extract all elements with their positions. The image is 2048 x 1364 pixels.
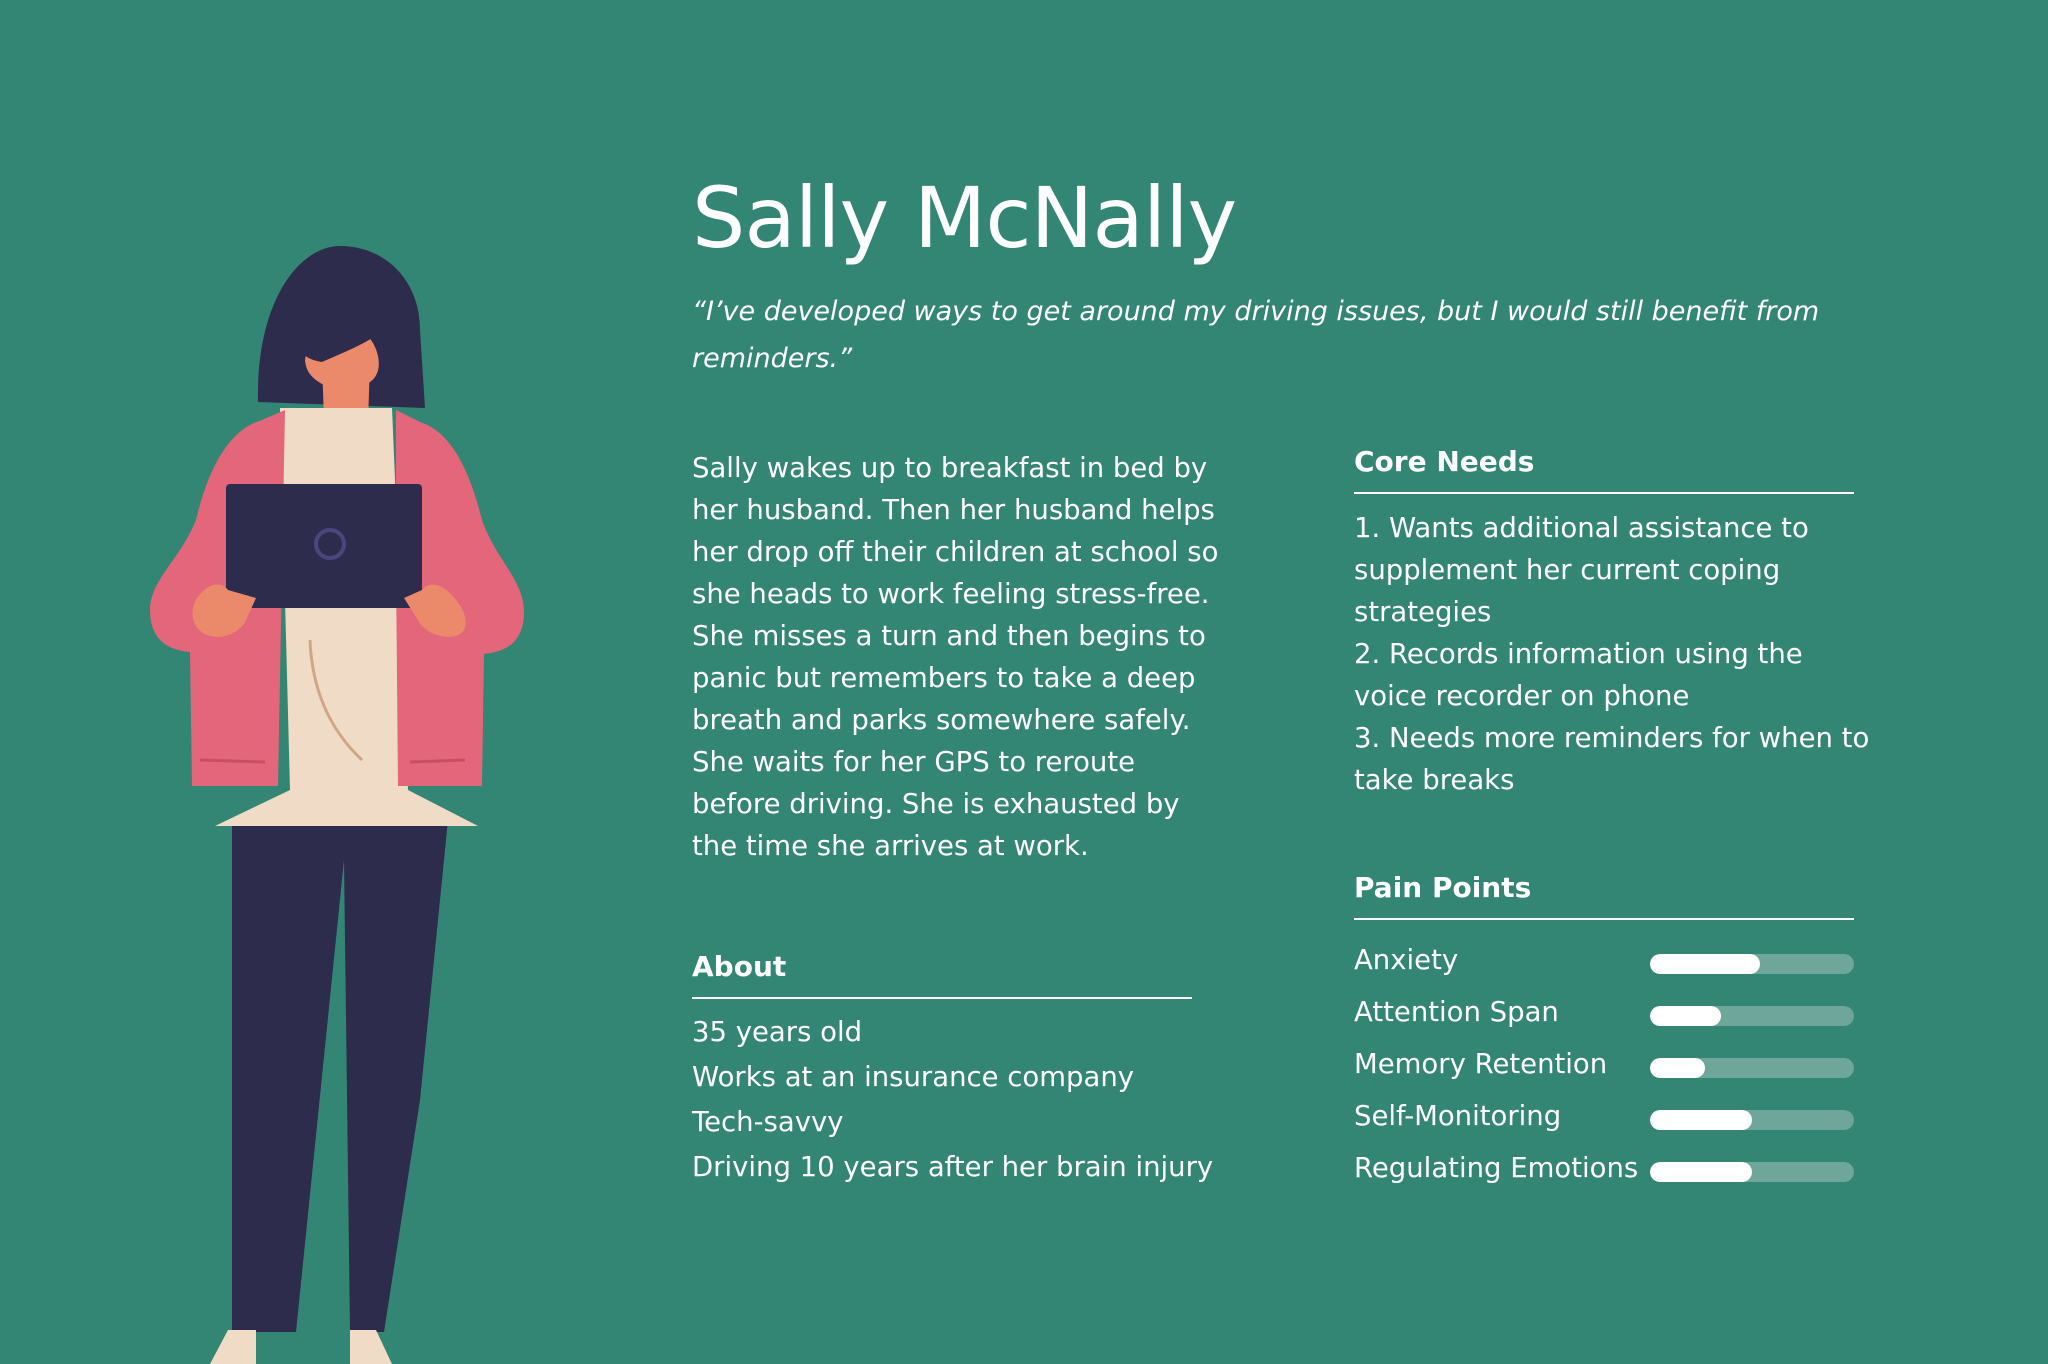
pain-point-bar	[1650, 1006, 1854, 1026]
pain-point-bar	[1650, 954, 1854, 974]
about-list: 35 years old Works at an insurance compa…	[692, 1010, 1213, 1190]
pain-point-label: Attention Span	[1354, 996, 1559, 1028]
about-heading: About	[692, 950, 1192, 999]
persona-quote: “I’ve developed ways to get around my dr…	[692, 296, 1820, 374]
pain-points-list: Anxiety Attention Span Memory Retention …	[1354, 940, 1854, 1200]
core-need-item: 3. Needs more reminders for when to take…	[1354, 722, 1870, 796]
pain-point-label: Regulating Emotions	[1354, 1152, 1639, 1184]
pain-point-label: Memory Retention	[1354, 1048, 1608, 1080]
core-needs-list: 1. Wants additional assistance to supple…	[1354, 507, 1874, 801]
woman-holding-laptop-icon	[150, 246, 524, 1364]
about-item: 35 years old	[692, 1016, 863, 1048]
pain-point-row: Self-Monitoring	[1354, 1096, 1854, 1148]
pain-point-bar-fill	[1650, 1162, 1752, 1182]
pain-point-row: Regulating Emotions	[1354, 1148, 1854, 1200]
persona-name: Sally McNally	[692, 169, 1237, 267]
pain-point-label: Anxiety	[1354, 944, 1459, 976]
pain-point-label: Self-Monitoring	[1354, 1100, 1562, 1132]
pain-point-row: Memory Retention	[1354, 1044, 1854, 1096]
persona-story: Sally wakes up to breakfast in bed by he…	[692, 452, 1219, 862]
core-need-item: 2. Records information using the voice r…	[1354, 638, 1803, 712]
pain-point-row: Anxiety	[1354, 940, 1854, 992]
pain-point-bar-fill	[1650, 954, 1761, 974]
pain-point-bar	[1650, 1058, 1854, 1078]
persona-illustration	[140, 240, 560, 1364]
about-item: Driving 10 years after her brain injury	[692, 1151, 1214, 1183]
pain-point-bar	[1650, 1110, 1854, 1130]
pain-point-bar-fill	[1650, 1110, 1752, 1130]
core-needs-heading: Core Needs	[1354, 445, 1854, 494]
pain-point-bar-fill	[1650, 1006, 1722, 1026]
about-item: Tech-savvy	[692, 1106, 844, 1138]
about-item: Works at an insurance company	[692, 1061, 1135, 1093]
pain-points-heading: Pain Points	[1354, 871, 1854, 920]
pain-point-bar	[1650, 1162, 1854, 1182]
pain-point-row: Attention Span	[1354, 992, 1854, 1044]
pain-point-bar-fill	[1650, 1058, 1706, 1078]
core-need-item: 1. Wants additional assistance to supple…	[1354, 512, 1809, 628]
